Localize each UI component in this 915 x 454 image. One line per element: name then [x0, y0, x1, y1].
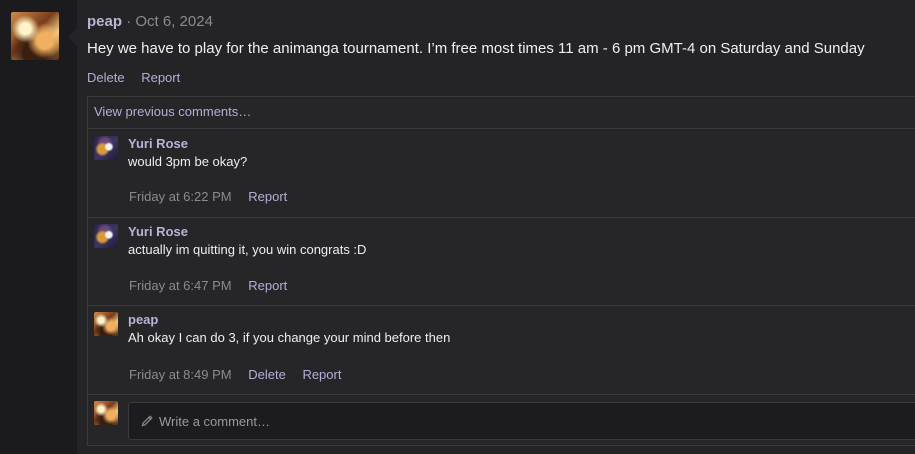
comment-report-link[interactable]: Report	[248, 278, 287, 293]
divider	[88, 394, 915, 395]
header-separator: ·	[126, 13, 132, 30]
post-author-avatar[interactable]	[11, 12, 59, 60]
comment-meta: Friday at 6:22 PM Report	[129, 189, 300, 204]
post-delete-link[interactable]: Delete	[87, 70, 125, 85]
comment-composer: Write a comment…	[88, 397, 915, 447]
panel-pointer	[68, 28, 77, 46]
comment-avatar[interactable]	[94, 312, 118, 336]
comment-avatar[interactable]	[94, 136, 118, 160]
pencil-icon	[141, 415, 153, 427]
comment-author[interactable]: peap	[128, 312, 158, 327]
comment-meta: Friday at 6:47 PM Report	[129, 278, 300, 293]
comment-item: Yuri Rose actually im quitting it, you w…	[88, 224, 915, 304]
comment-meta: Friday at 8:49 PM Delete Report	[129, 367, 354, 382]
post-actions: Delete Report	[87, 70, 193, 85]
comment-time[interactable]: Friday at 6:47 PM	[129, 278, 232, 293]
comment-text: Ah okay I can do 3, if you change your m…	[128, 330, 451, 345]
divider	[88, 217, 915, 218]
write-comment-placeholder: Write a comment…	[159, 414, 271, 429]
divider	[88, 305, 915, 306]
comment-delete-link[interactable]: Delete	[248, 367, 286, 382]
post-date[interactable]: Oct 6, 2024	[135, 13, 213, 30]
left-rail	[0, 0, 77, 454]
comment-text: actually im quitting it, you win congrat…	[128, 242, 367, 257]
comment-report-link[interactable]: Report	[302, 367, 341, 382]
comment-author[interactable]: Yuri Rose	[128, 224, 188, 239]
post-header: peap · Oct 6, 2024	[87, 13, 213, 30]
post-author-name[interactable]: peap	[87, 13, 122, 30]
composer-avatar	[94, 401, 118, 425]
post-report-link[interactable]: Report	[141, 70, 180, 85]
comment-time[interactable]: Friday at 8:49 PM	[129, 367, 232, 382]
comment-thread: View previous comments… Yuri Rose would …	[87, 96, 915, 446]
comment-item: peap Ah okay I can do 3, if you change y…	[88, 312, 915, 392]
view-previous-comments-link[interactable]: View previous comments…	[94, 104, 251, 119]
comment-time[interactable]: Friday at 6:22 PM	[129, 189, 232, 204]
comment-text: would 3pm be okay?	[128, 154, 248, 169]
comment-avatar[interactable]	[94, 224, 118, 248]
comment-author[interactable]: Yuri Rose	[128, 136, 188, 151]
divider	[88, 128, 915, 129]
comment-item: Yuri Rose would 3pm be okay? Friday at 6…	[88, 136, 915, 216]
comment-report-link[interactable]: Report	[248, 189, 287, 204]
post-body: Hey we have to play for the animanga tou…	[87, 40, 865, 57]
write-comment-input[interactable]: Write a comment…	[128, 402, 915, 440]
